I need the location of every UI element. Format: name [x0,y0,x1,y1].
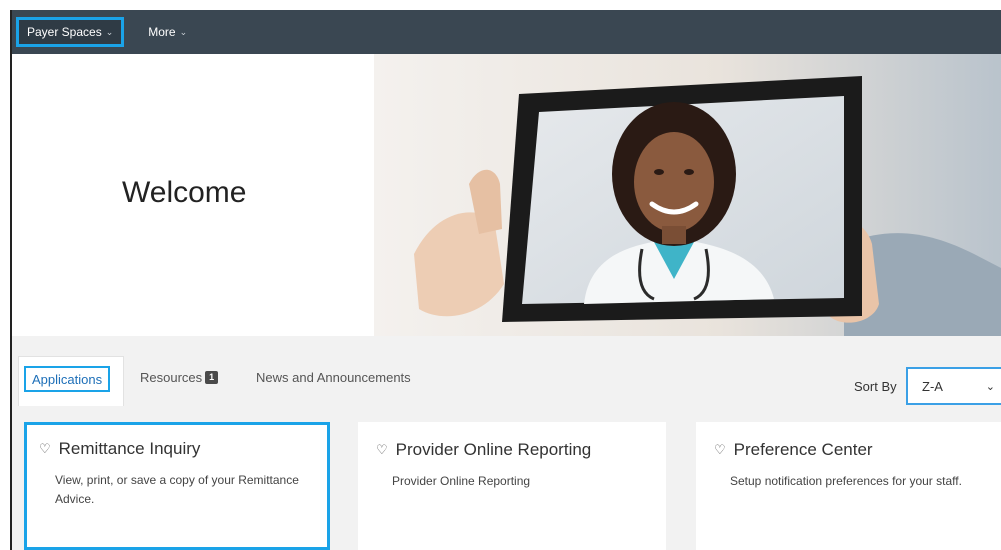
tabs-bar: Applications Resources 1 News and Announ… [12,336,1001,406]
app-frame: Payer Spaces ⌄ More ⌄ Welcome Applicatio… [10,10,1001,550]
tab-resources[interactable]: Resources 1 [140,360,219,394]
welcome-heading: Welcome [122,176,247,209]
card-title: ♡ Remittance Inquiry [39,439,200,459]
heart-icon[interactable]: ♡ [376,442,388,458]
card-title: ♡ Preference Center [714,440,873,460]
nav-more[interactable]: More ⌄ [140,18,195,46]
card-title-text: Remittance Inquiry [58,439,201,458]
chevron-down-icon: ⌄ [105,26,114,37]
tab-applications-label: Applications [32,371,103,387]
card-description: Setup notification preferences for your … [730,474,962,488]
nav-payer-spaces-label: Payer Spaces [27,25,102,39]
app-card-remittance-inquiry[interactable]: ♡ Remittance Inquiry View, print, or sav… [24,422,330,550]
hero-banner: Welcome [12,54,1001,336]
hero-image [374,54,1001,336]
tab-news-and-announcements[interactable]: News and Announcements [256,360,411,394]
caret-down-icon: ⌄ [985,381,995,393]
card-description: Provider Online Reporting [392,474,531,488]
resources-count-badge: 1 [205,370,219,384]
card-description: View, print, or save a copy of your Remi… [55,473,299,506]
tab-news-label: News and Announcements [256,369,411,385]
card-title-text: Provider Online Reporting [395,440,592,459]
tab-applications[interactable]: Applications [24,366,111,392]
sort-by-value: Z-A [922,378,943,394]
app-card-provider-online-reporting[interactable]: ♡ Provider Online Reporting Provider Onl… [358,422,666,550]
nav-payer-spaces[interactable]: Payer Spaces ⌄ [16,17,125,47]
heart-icon[interactable]: ♡ [39,441,51,457]
chevron-down-icon: ⌄ [179,26,188,37]
nav-more-label: More [148,25,176,39]
card-title: ♡ Provider Online Reporting [376,440,591,460]
card-title-text: Preference Center [733,440,873,459]
heart-icon[interactable]: ♡ [714,442,726,458]
top-navigation: Payer Spaces ⌄ More ⌄ [12,10,1001,54]
app-card-preference-center[interactable]: ♡ Preference Center Setup notification p… [696,422,1001,550]
sort-by-label: Sort By [854,379,897,394]
sort-by-select[interactable]: Z-A ⌄ [906,367,1001,405]
tab-resources-label: Resources [140,369,203,385]
